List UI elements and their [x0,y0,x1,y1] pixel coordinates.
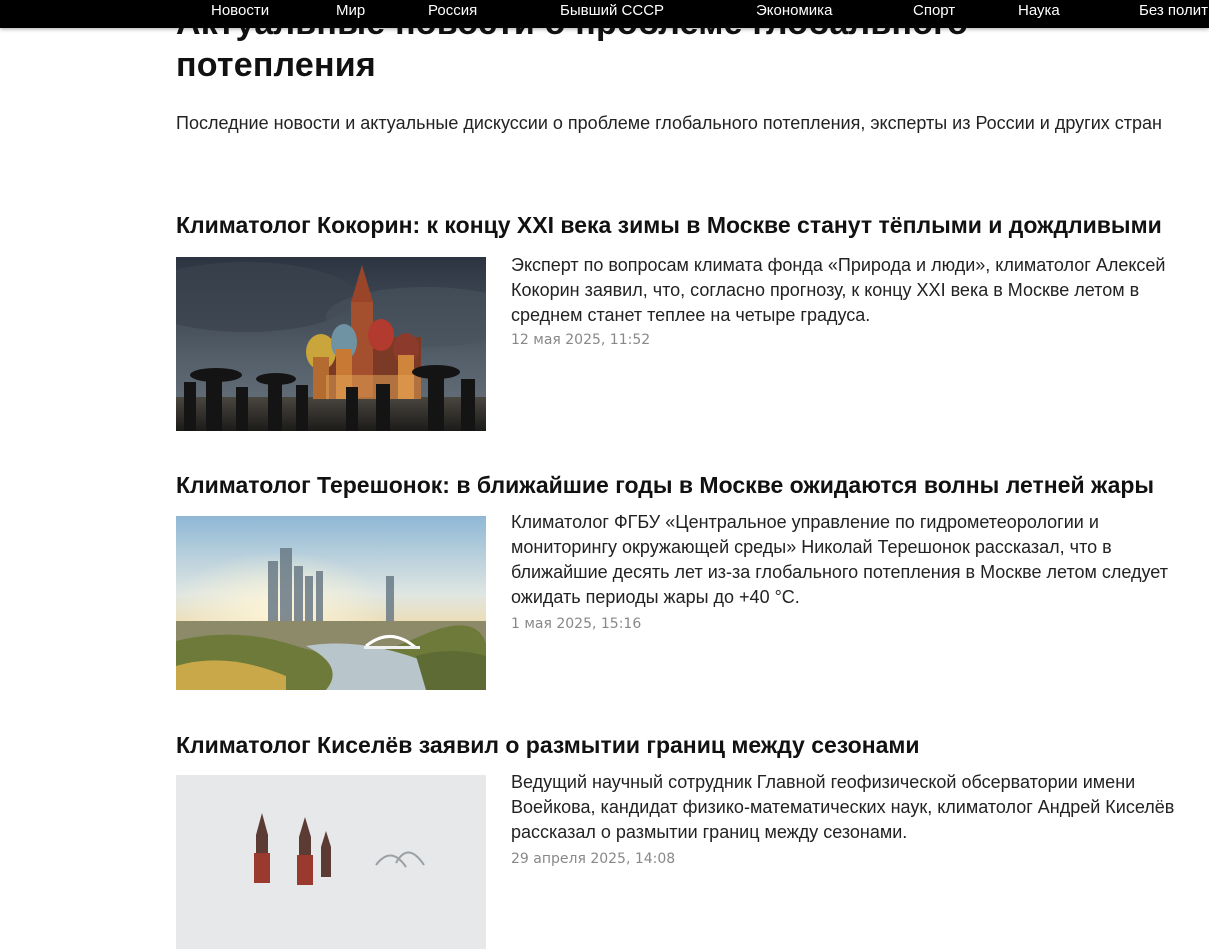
article-image-kremlin-towers[interactable] [176,775,486,949]
article-title-link[interactable]: Климатолог Киселёв заявил о размытии гра… [176,730,1209,760]
article-image-kremlin-storm[interactable] [176,257,486,431]
article-date: 29 апреля 2025, 14:08 [511,851,676,867]
article-title-link[interactable]: Климатолог Терешонок: в ближайшие годы в… [176,470,1209,500]
article-card: Климатолог Киселёв заявил о размытии гра… [176,730,1209,949]
article-image-moscow-city[interactable] [176,516,486,690]
nav-item-sport[interactable]: Спорт [913,2,955,20]
kremlin-storm-photo [176,257,486,431]
nav-item-science[interactable]: Наука [1018,2,1060,20]
moscow-city-photo [176,516,486,690]
article-summary[interactable]: Климатолог ФГБУ «Центральное управление … [511,510,1206,610]
article-summary[interactable]: Ведущий научный сотрудник Главной геофиз… [511,770,1206,845]
page-subtitle: Последние новости и актуальные дискуссии… [176,113,1162,133]
nav-item-world[interactable]: Мир [336,2,365,20]
kremlin-towers-photo [176,775,486,949]
nav-item-no-politics[interactable]: Без полит [1139,2,1208,20]
nav-item-russia[interactable]: Россия [428,2,477,20]
article-card: Климатолог Кокорин: к концу XXI века зим… [176,210,1209,431]
main-navigation: Новости Мир Россия Бывший СССР Экономика… [0,0,1209,28]
page-title-line-2: потепления [176,46,376,84]
article-summary[interactable]: Эксперт по вопросам климата фонда «Приро… [511,253,1206,328]
article-title-link[interactable]: Климатолог Кокорин: к концу XXI века зим… [176,210,1209,240]
article-card: Климатолог Терешонок: в ближайшие годы в… [176,470,1209,690]
article-date: 1 мая 2025, 15:16 [511,616,642,632]
nav-item-economy[interactable]: Экономика [756,2,832,20]
article-date: 12 мая 2025, 11:52 [511,332,651,348]
nav-item-former-ussr[interactable]: Бывший СССР [560,2,664,20]
nav-item-news[interactable]: Новости [211,2,269,20]
